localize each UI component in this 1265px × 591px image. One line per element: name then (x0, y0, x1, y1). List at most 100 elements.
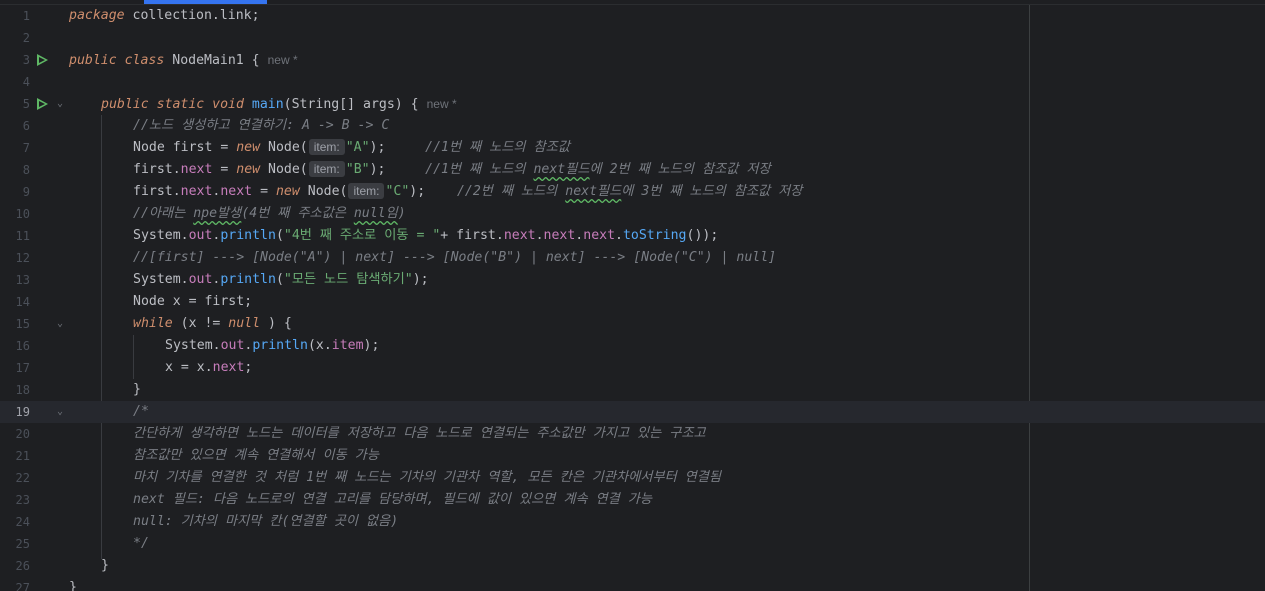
code-line[interactable]: 12 //[first] ---> [Node("A") | next] --->… (0, 247, 1265, 269)
code-line[interactable]: 25 */ (0, 533, 1265, 555)
code-comment: /* (133, 404, 149, 419)
code-text: //[first] ---> [Node("A") | next] ---> [… (133, 247, 776, 269)
code-token: println (252, 338, 308, 353)
code-token: out (188, 272, 213, 287)
fold-chevron-icon[interactable]: ⌄ (55, 313, 65, 335)
code-line[interactable]: 5 ⌄ public static void main(String[] args)… (0, 93, 1265, 115)
code-line[interactable]: 20 간단하게 생각하면 노드는 데이터를 저장하고 다음 노드로 연결되는 주소… (0, 423, 1265, 445)
code-line[interactable]: 27} (0, 577, 1265, 591)
code-token: ; (244, 360, 253, 375)
code-text: first.next.next = new Node(item: "C"); //… (133, 181, 802, 203)
author-inlay-hint[interactable]: new * (268, 53, 298, 67)
code-line[interactable]: 9 first.next.next = new Node(item: "C"); /… (0, 181, 1265, 203)
code-token: out (220, 338, 245, 353)
code-line[interactable]: 14 Node x = first; (0, 291, 1265, 313)
code-line[interactable]: 19 ⌄ /* (0, 401, 1265, 423)
code-line[interactable]: 23 next 필드: 다음 노드로의 연결 고리를 담당하며, 필드에 값이 있… (0, 489, 1265, 511)
code-token: next (180, 162, 213, 177)
code-line[interactable]: 16 System.out.println(x.item); (0, 335, 1265, 357)
run-icon[interactable] (37, 98, 48, 110)
line-number: 19 (15, 405, 30, 419)
code-token: ) { (268, 316, 292, 331)
line-number: 7 (22, 141, 30, 155)
line-number: 11 (15, 229, 30, 243)
code-line[interactable]: 6 //노드 생성하고 연결하기: A -> B -> C (0, 115, 1265, 137)
code-token: } (69, 580, 77, 591)
line-number: 21 (15, 449, 30, 463)
line-number: 16 (15, 339, 30, 353)
code-token: next (543, 228, 576, 243)
line-number: 8 (22, 163, 30, 177)
code-token: = (220, 162, 237, 177)
code-token: println (220, 228, 276, 243)
typo-underline: next필드 (565, 184, 622, 199)
code-token: ); (412, 272, 429, 287)
code-text: next 필드: 다음 노드로의 연결 고리를 담당하며, 필드에 값이 있으면… (133, 489, 652, 511)
code-token: . (615, 228, 623, 243)
line-number: 4 (22, 75, 30, 89)
code-line[interactable]: 3 public class NodeMain1 {new * (0, 49, 1265, 71)
code-line[interactable]: 15 ⌄ while (x != null ) { (0, 313, 1265, 335)
line-number: 14 (15, 295, 30, 309)
code-text: System.out.println("모든 노드 탐색하기"); (133, 269, 429, 291)
code-token: ); (363, 338, 380, 353)
parameter-hint: item: (308, 139, 345, 155)
code-line[interactable]: 26} (0, 555, 1265, 577)
code-token: Node first = (133, 140, 237, 155)
code-text: System.out. println("4번 째 주소로 이동 = "+ fir… (133, 225, 718, 247)
code-token: public static void (101, 97, 244, 112)
code-token: main (251, 97, 284, 112)
code-line[interactable]: 7 Node first = new Node(item: "A"); //1번 째… (0, 137, 1265, 159)
line-number: 22 (15, 471, 30, 485)
code-token: "4번 째 주소로 이동 = " (283, 228, 441, 243)
code-token: next (220, 184, 253, 199)
code-token: } (133, 382, 141, 397)
code-token: ( (275, 272, 284, 287)
code-line[interactable]: 1 package collection.link; (0, 5, 1265, 27)
code-text: first.next = new Node(item: "B"); //1번 째 … (133, 159, 771, 181)
code-line[interactable]: 21 참조값만 있으면 계속 연결해서 이동 가능 (0, 445, 1265, 467)
code-line[interactable]: 11 System.out. println("4번 째 주소로 이동 = "+ f… (0, 225, 1265, 247)
code-comment: */ (133, 536, 149, 551)
code-line[interactable]: 4 (0, 71, 1265, 93)
code-comment: //노드 생성하고 연결하기: A -> B -> C (133, 118, 390, 133)
code-comment: //2번 째 노드의 next필드에 3번 째 노드의 참조값 저장 (456, 184, 803, 199)
code-line[interactable]: 24 null: 기차의 마지막 칸(연결할 곳이 없음) (0, 511, 1265, 533)
line-number: 6 (22, 119, 30, 133)
code-token: ( (275, 228, 284, 243)
parameter-hint: item: (308, 161, 345, 177)
fold-chevron-icon[interactable]: ⌄ (55, 401, 65, 423)
code-token: public (69, 53, 117, 68)
code-text: public class NodeMain1 {new * (69, 49, 298, 72)
code-text: Node x = first; (133, 291, 252, 313)
code-token: next (180, 184, 213, 199)
code-line[interactable]: 2 (0, 27, 1265, 49)
fold-chevron-icon[interactable]: ⌄ (55, 93, 65, 115)
line-number: 20 (15, 427, 30, 441)
code-token: first. (133, 184, 181, 199)
code-editor[interactable]: 1 package collection.link; 2 3 public class … (0, 0, 1265, 591)
code-token: System. (165, 338, 221, 353)
code-line[interactable]: 17 x = x.next; (0, 357, 1265, 379)
code-token: + first. (440, 228, 504, 243)
line-number: 25 (15, 537, 30, 551)
code-token: first. (133, 162, 181, 177)
run-icon[interactable] (37, 54, 48, 66)
author-inlay-hint[interactable]: new * (427, 97, 457, 111)
line-number: 13 (15, 273, 30, 287)
code-line[interactable]: 13 System.out.println("모든 노드 탐색하기"); (0, 269, 1265, 291)
code-token: (x. (307, 338, 332, 353)
code-text: //노드 생성하고 연결하기: A -> B -> C (133, 115, 389, 137)
code-token: next (583, 228, 616, 243)
code-text: 참조값만 있으면 계속 연결해서 이동 가능 (133, 445, 379, 467)
code-token: x = x. (165, 360, 213, 375)
code-line[interactable]: 22 마치 기차를 연결한 것 처럼 1번 째 노드는 기차의 기관차 역할, 모… (0, 467, 1265, 489)
code-text: Node first = new Node(item: "A"); //1번 째 … (133, 137, 570, 159)
code-line[interactable]: 8 first.next = new Node(item: "B"); //1번 째… (0, 159, 1265, 181)
code-line[interactable]: 10 //아래는 npe발생(4번 째 주소값은 null임) (0, 203, 1265, 225)
code-comment: //아래는 npe발생(4번 째 주소값은 null임) (133, 206, 406, 221)
code-token: next (212, 360, 245, 375)
code-line[interactable]: 18} (0, 379, 1265, 401)
typo-underline: next필드 (533, 162, 590, 177)
line-number: 27 (15, 581, 30, 591)
